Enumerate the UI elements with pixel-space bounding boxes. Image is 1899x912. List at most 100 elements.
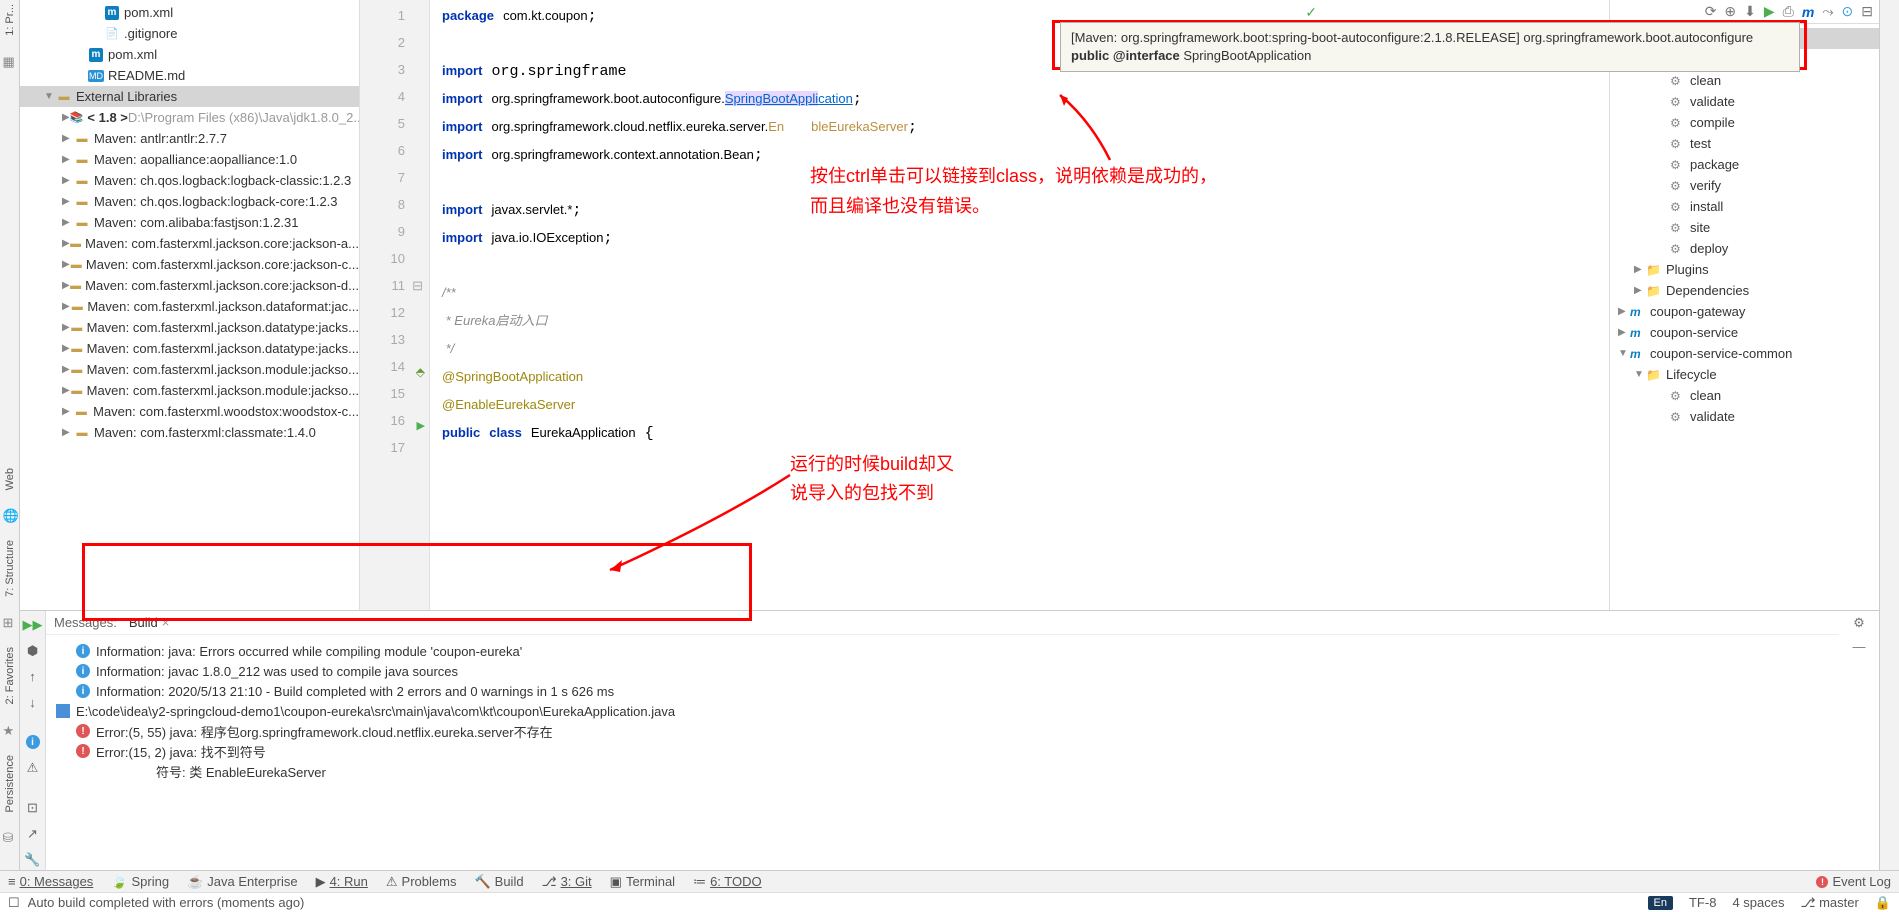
up-button[interactable]: ↑ <box>23 667 43 687</box>
persistence-tool-tab[interactable]: Persistence <box>4 755 16 812</box>
error-icon: ! <box>76 744 90 758</box>
indent-indicator[interactable]: 4 spaces <box>1732 895 1784 910</box>
todo-tool-button[interactable]: ≔ 6: TODO <box>693 874 762 890</box>
git-branch-indicator[interactable]: ⎇ master <box>1800 895 1858 911</box>
project-tool-tab[interactable]: 1: Pr... <box>4 4 16 36</box>
favorites-tool-tab[interactable]: 2: Favorites <box>4 647 16 704</box>
maven-node[interactable]: ▶mcoupon-gateway <box>1610 301 1879 322</box>
panel-hide-icon[interactable]: — <box>1853 639 1866 654</box>
settings-button[interactable]: 🔧 <box>23 850 43 870</box>
maven-node[interactable]: ⚙clean <box>1610 70 1879 91</box>
library-node[interactable]: ▶▬Maven: com.fasterxml.jackson.module:ja… <box>20 380 359 401</box>
maven-download-icon[interactable]: ⬇ <box>1744 3 1756 20</box>
library-node[interactable]: ▶▬Maven: com.fasterxml.woodstox:woodstox… <box>20 401 359 422</box>
maven-node[interactable]: ▶mcoupon-service <box>1610 322 1879 343</box>
run-tool-button[interactable]: ▶ 4: Run <box>316 874 368 890</box>
rerun-button[interactable]: ▶▶ <box>23 615 43 635</box>
springbootapp-link[interactable]: SpringBootAppli <box>725 91 818 106</box>
jdk-node[interactable]: ▶📚< 1.8 > D:\Program Files (x86)\Java\jd… <box>20 107 359 128</box>
maven-node[interactable]: ⚙verify <box>1610 175 1879 196</box>
analysis-ok-icon: ✓ <box>1305 4 1317 21</box>
message-line[interactable]: iInformation: javac 1.8.0_212 was used t… <box>56 661 1829 681</box>
maven-node[interactable]: ⚙package <box>1610 154 1879 175</box>
status-message: Auto build completed with errors (moment… <box>28 895 305 910</box>
export-button[interactable]: ↗ <box>23 824 43 844</box>
message-line[interactable]: !Error:(15, 2) java: 找不到符号 <box>56 741 1829 761</box>
override-icon[interactable]: ⬘ <box>416 359 425 386</box>
message-line[interactable]: iInformation: 2020/5/13 21:10 - Build co… <box>56 681 1829 701</box>
project-file[interactable]: mpom.xml <box>20 2 359 23</box>
status-bar: ☐ Auto build completed with errors (mome… <box>0 892 1899 912</box>
annotation-text-2: 而且编译也没有错误。 <box>810 192 990 218</box>
library-node[interactable]: ▶▬Maven: com.fasterxml.jackson.datatype:… <box>20 338 359 359</box>
panel-settings-icon[interactable]: ⚙ <box>1853 615 1865 631</box>
external-libraries-node[interactable]: ▼▬External Libraries <box>20 86 359 107</box>
input-method-indicator[interactable]: En <box>1648 896 1673 910</box>
maven-node[interactable]: ⚙compile <box>1610 112 1879 133</box>
maven-refresh-icon[interactable]: ⟳ <box>1705 3 1717 20</box>
tool-window-button[interactable]: ☐ <box>8 895 20 911</box>
maven-node[interactable]: ⚙clean <box>1610 385 1879 406</box>
library-node[interactable]: ▶▬Maven: com.fasterxml:classmate:1.4.0 <box>20 422 359 443</box>
messages-toolbar: ▶▶ ⬢ ↑ ↓ i ⚠ ⊡ ↗ 🔧 <box>20 611 46 870</box>
maven-toggle-icon[interactable]: m <box>1802 4 1814 20</box>
message-line[interactable]: !Error:(5, 55) java: 程序包org.springframew… <box>56 721 1829 741</box>
library-node[interactable]: ▶▬Maven: com.fasterxml.jackson.core:jack… <box>20 233 359 254</box>
messages-tool-button[interactable]: ≡ 0: Messages <box>8 874 93 889</box>
message-line[interactable]: 符号: 类 EnableEurekaServer <box>56 761 1829 781</box>
terminal-tool-button[interactable]: ▣ Terminal <box>610 874 675 890</box>
maven-node[interactable]: ⚙site <box>1610 217 1879 238</box>
maven-node[interactable]: ⚙validate <box>1610 91 1879 112</box>
project-file[interactable]: 📄.gitignore <box>20 23 359 44</box>
web-tool-tab[interactable]: Web <box>4 468 16 490</box>
maven-node[interactable]: ⚙deploy <box>1610 238 1879 259</box>
project-file[interactable]: mpom.xml <box>20 44 359 65</box>
maven-skip-icon[interactable]: ⤳ <box>1822 3 1833 20</box>
event-log-button[interactable]: ! Event Log <box>1816 874 1891 889</box>
message-line[interactable]: E:\code\idea\y2-springcloud-demo1\coupon… <box>56 701 1829 721</box>
library-node[interactable]: ▶▬Maven: antlr:antlr:2.7.7 <box>20 128 359 149</box>
expand-button[interactable]: ⊡ <box>23 798 43 818</box>
maven-node[interactable]: ▶📁Dependencies <box>1610 280 1879 301</box>
build-tab[interactable]: Build× <box>129 615 170 630</box>
maven-run-icon[interactable]: ▶ <box>1764 3 1775 20</box>
library-node[interactable]: ▶▬Maven: com.fasterxml.jackson.module:ja… <box>20 359 359 380</box>
maven-exec-icon[interactable]: ⎙ <box>1783 3 1794 20</box>
javaee-tool-button[interactable]: ☕ Java Enterprise <box>187 874 298 890</box>
git-tool-button[interactable]: ⎇ 3: Git <box>542 874 592 890</box>
spring-tool-button[interactable]: 🍃 Spring <box>111 874 169 890</box>
library-node[interactable]: ▶▬Maven: com.fasterxml.jackson.datatype:… <box>20 317 359 338</box>
down-button[interactable]: ↓ <box>23 693 43 713</box>
maven-node[interactable]: ▼mcoupon-service-common <box>1610 343 1879 364</box>
maven-node[interactable]: ⚙install <box>1610 196 1879 217</box>
library-node[interactable]: ▶▬Maven: ch.qos.logback:logback-core:1.2… <box>20 191 359 212</box>
encoding-indicator[interactable]: TF-8 <box>1689 895 1716 910</box>
project-icon: ▦ <box>3 54 17 68</box>
close-tab-icon[interactable]: × <box>162 615 170 630</box>
filter-info-icon[interactable]: i <box>23 733 43 753</box>
run-gutter-icon[interactable]: ▶ <box>417 413 425 440</box>
library-node[interactable]: ▶▬Maven: com.fasterxml.jackson.core:jack… <box>20 254 359 275</box>
filter-warn-icon[interactable]: ⚠ <box>23 758 43 778</box>
maven-node[interactable]: ▼📁Lifecycle <box>1610 364 1879 385</box>
library-node[interactable]: ▶▬Maven: ch.qos.logback:logback-classic:… <box>20 170 359 191</box>
structure-tool-tab[interactable]: 7: Structure <box>4 540 16 597</box>
message-line[interactable]: iInformation: java: Errors occurred whil… <box>56 641 1829 661</box>
problems-tool-button[interactable]: ⚠ Problems <box>386 874 457 890</box>
library-node[interactable]: ▶▬Maven: com.fasterxml.jackson.dataforma… <box>20 296 359 317</box>
maven-node[interactable]: ▶📁Plugins <box>1610 259 1879 280</box>
library-node[interactable]: ▶▬Maven: com.fasterxml.jackson.core:jack… <box>20 275 359 296</box>
project-file[interactable]: MDREADME.md <box>20 65 359 86</box>
build-tool-button[interactable]: 🔨 Build <box>474 874 523 890</box>
lock-icon[interactable]: 🔒 <box>1875 895 1891 911</box>
maven-generate-icon[interactable]: ⊕ <box>1724 3 1736 20</box>
maven-node[interactable]: ⚙validate <box>1610 406 1879 427</box>
library-node[interactable]: ▶▬Maven: aopalliance:aopalliance:1.0 <box>20 149 359 170</box>
maven-node[interactable]: ⚙test <box>1610 133 1879 154</box>
stop-button[interactable]: ⬢ <box>23 641 43 661</box>
maven-offline-icon[interactable]: ⊙ <box>1842 3 1854 20</box>
maven-collapse-icon[interactable]: ⊟ <box>1861 3 1873 20</box>
library-node[interactable]: ▶▬Maven: com.alibaba:fastjson:1.2.31 <box>20 212 359 233</box>
persistence-icon: ⛁ <box>3 830 17 844</box>
messages-content[interactable]: iInformation: java: Errors occurred whil… <box>46 635 1839 870</box>
